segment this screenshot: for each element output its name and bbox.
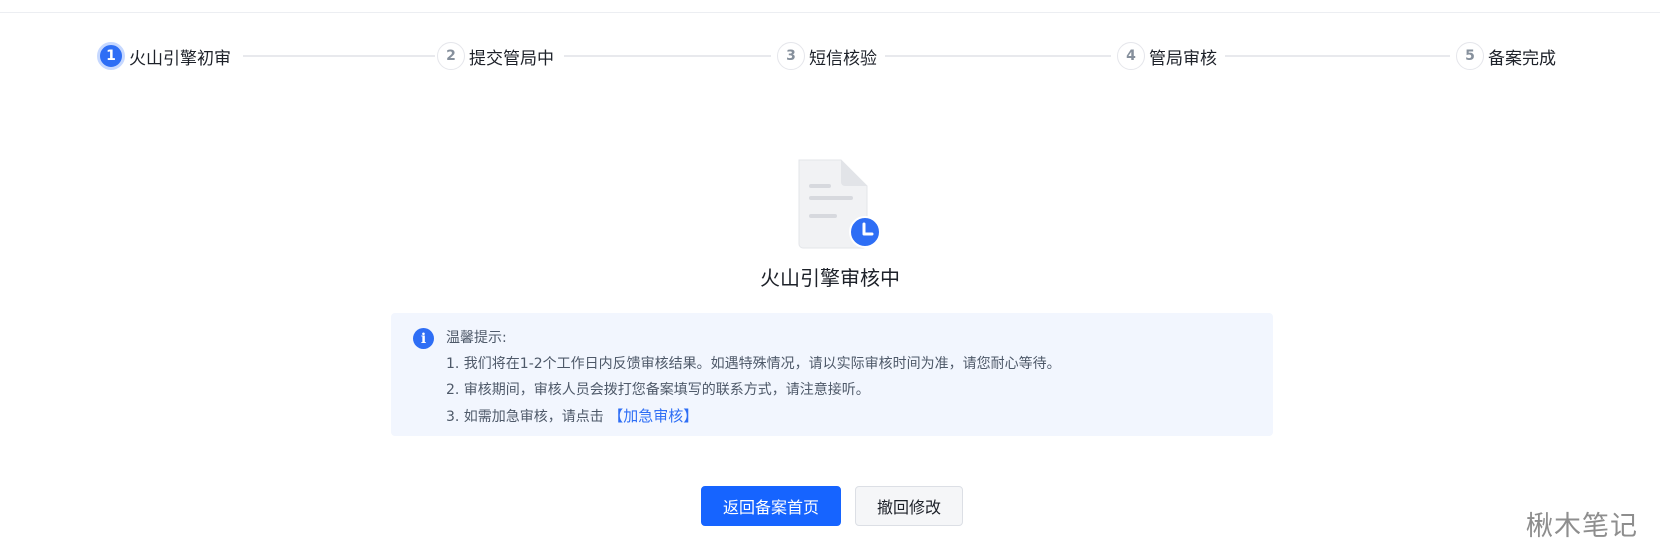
top-divider bbox=[0, 12, 1660, 13]
watermark: 楸木笔记 bbox=[1526, 511, 1638, 542]
tip-item: 2. 审核期间，审核人员会拨打您备案填写的联系方式，请注意接听。 bbox=[446, 382, 870, 398]
step-connector bbox=[564, 55, 771, 57]
filing-status-page: 1 火山引擎初审 2 提交管局中 3 短信核验 4 管局审核 5 备案完成 火山… bbox=[0, 0, 1660, 559]
step-label: 提交管局中 bbox=[469, 48, 554, 69]
step-label: 短信核验 bbox=[809, 48, 877, 69]
step-number: 2 bbox=[437, 42, 465, 70]
step-2: 2 提交管局中 bbox=[437, 40, 554, 72]
step-label: 备案完成 bbox=[1488, 48, 1556, 69]
step-number: 4 bbox=[1117, 42, 1145, 70]
tips-heading: 温馨提示: bbox=[446, 330, 507, 346]
step-number: 3 bbox=[777, 42, 805, 70]
step-number: 1 bbox=[97, 42, 125, 70]
step-1: 1 火山引擎初审 bbox=[97, 40, 231, 72]
step-connector bbox=[885, 55, 1111, 57]
step-label: 火山引擎初审 bbox=[129, 48, 231, 69]
step-connector bbox=[1225, 55, 1450, 57]
step-5: 5 备案完成 bbox=[1456, 40, 1556, 72]
tips-content: 温馨提示: 1. 我们将在1-2个工作日内反馈审核结果。如遇特殊情况，请以实际审… bbox=[446, 325, 1061, 430]
step-4: 4 管局审核 bbox=[1117, 40, 1217, 72]
step-label: 管局审核 bbox=[1149, 48, 1217, 69]
step-connector bbox=[243, 55, 435, 57]
tip-text: 3. 如需加急审核，请点击 bbox=[446, 409, 604, 425]
tips-panel: i 温馨提示: 1. 我们将在1-2个工作日内反馈审核结果。如遇特殊情况，请以实… bbox=[391, 313, 1273, 436]
step-3: 3 短信核验 bbox=[777, 40, 877, 72]
tip-item: 3. 如需加急审核，请点击 【加急审核】 bbox=[446, 403, 1061, 430]
tip-item: 1. 我们将在1-2个工作日内反馈审核结果。如遇特殊情况，请以实际审核时间为准，… bbox=[446, 356, 1061, 372]
info-icon: i bbox=[413, 328, 434, 349]
document-clock-icon bbox=[798, 159, 881, 249]
expedite-review-link[interactable]: 【加急审核】 bbox=[608, 407, 698, 425]
withdraw-edit-button[interactable]: 撤回修改 bbox=[855, 486, 963, 526]
step-number: 5 bbox=[1456, 42, 1484, 70]
progress-steps: 1 火山引擎初审 2 提交管局中 3 短信核验 4 管局审核 5 备案完成 bbox=[0, 40, 1660, 72]
back-to-filing-home-button[interactable]: 返回备案首页 bbox=[701, 486, 841, 526]
status-title: 火山引擎审核中 bbox=[760, 266, 900, 290]
